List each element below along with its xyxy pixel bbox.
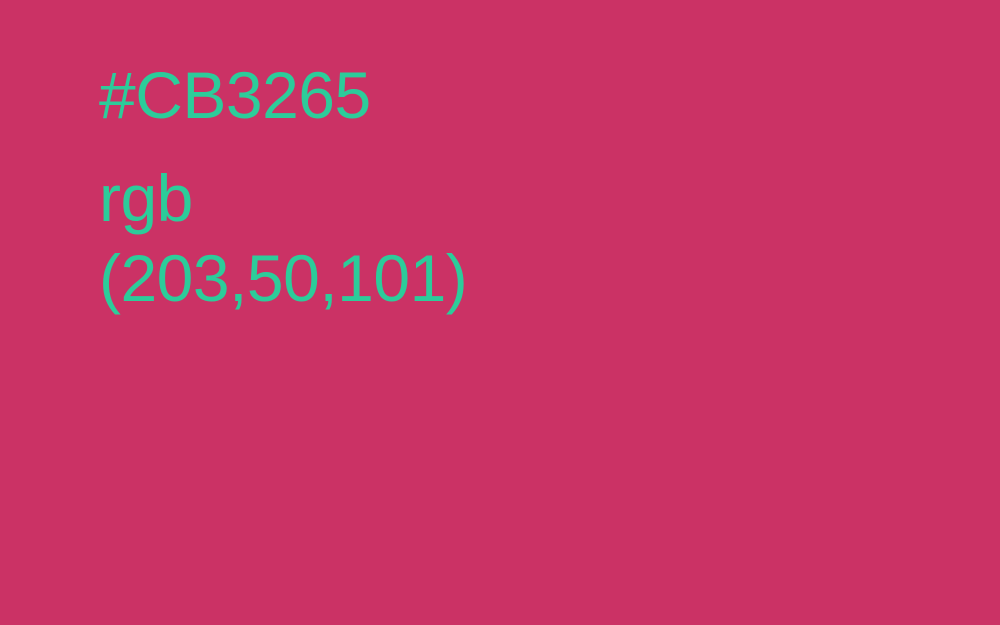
rgb-prefix: rgb <box>99 161 193 235</box>
rgb-code-label: rgb (203,50,101) <box>99 158 468 318</box>
rgb-values: (203,50,101) <box>99 241 468 315</box>
hex-code-label: #CB3265 <box>99 58 371 132</box>
color-swatch: #CB3265 rgb (203,50,101) <box>0 0 1000 625</box>
